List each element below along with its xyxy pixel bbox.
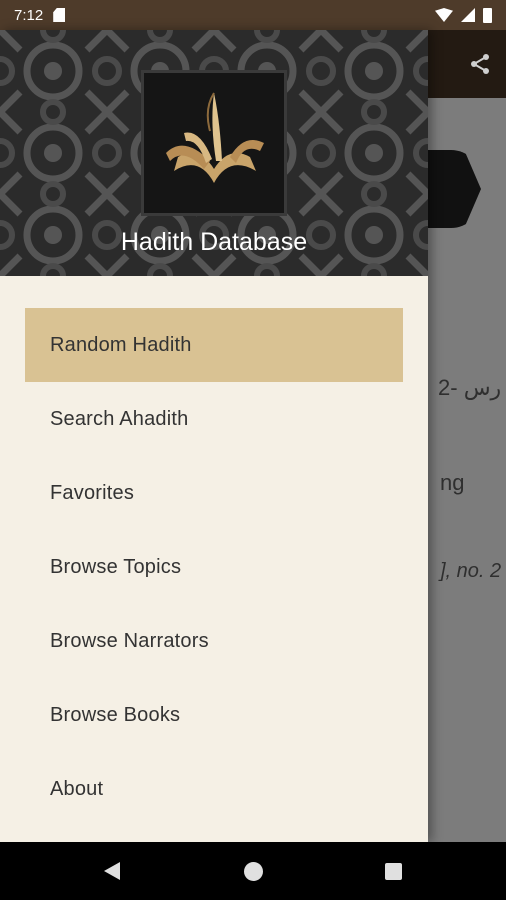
menu-item-browse-narrators[interactable]: Browse Narrators [25,604,403,678]
navigation-drawer: Hadith Database Random Hadith Search Aha… [0,30,428,842]
drawer-header: Hadith Database [0,30,428,276]
signal-icon [461,8,475,22]
bg-text-english: ng [440,470,465,495]
status-bar: 7:12 [0,0,506,30]
home-icon[interactable] [244,862,263,881]
bg-text-arabic: 2- رس [438,375,502,400]
share-icon[interactable] [468,52,492,76]
status-time: 7:12 [14,6,44,24]
app-title: Hadith Database [120,228,308,256]
app-logo [141,70,287,216]
menu-item-search-ahadith[interactable]: Search Ahadith [25,382,403,456]
menu-item-favorites[interactable]: Favorites [25,456,403,530]
wifi-icon [435,8,453,22]
status-icons [435,7,492,23]
system-nav-bar [0,842,506,900]
bg-text-reference: ], no. 2 [440,560,502,582]
sd-card-icon [53,8,66,22]
menu-item-browse-books[interactable]: Browse Books [25,678,403,752]
menu-item-about[interactable]: About [25,752,403,826]
menu-item-random-hadith[interactable]: Random Hadith [25,308,403,382]
menu-item-browse-topics[interactable]: Browse Topics [25,530,403,604]
quill-book-icon [166,92,264,183]
battery-icon [483,7,492,23]
recents-icon[interactable] [385,863,402,880]
back-icon[interactable] [104,862,120,880]
